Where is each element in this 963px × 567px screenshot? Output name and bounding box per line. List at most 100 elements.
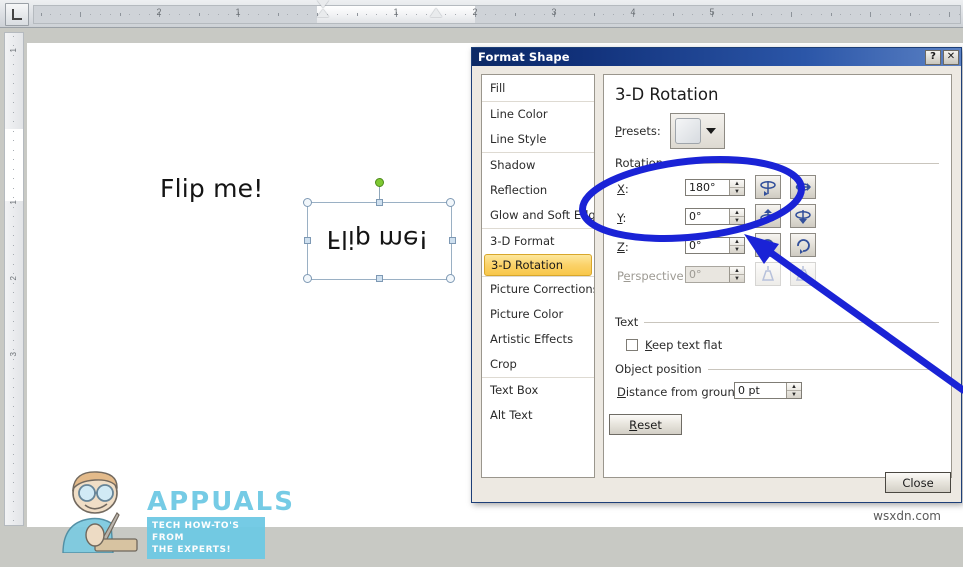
z-spinner-up-icon[interactable]: ▲ — [730, 238, 744, 246]
x-rotation-input[interactable] — [686, 180, 729, 195]
close-icon[interactable]: ✕ — [943, 49, 959, 65]
z-rotation-input[interactable] — [686, 238, 729, 253]
ruler-tick — [781, 14, 783, 15]
resize-handle-top-center[interactable] — [376, 199, 383, 206]
sidebar-item-picture-color[interactable]: Picture Color — [482, 302, 594, 327]
z-spinner-down-icon[interactable]: ▼ — [730, 246, 744, 253]
dialog-category-list[interactable]: Fill Line Color Line Style Shadow Reflec… — [481, 74, 595, 478]
perspective-label: Perspective: — [617, 269, 688, 283]
x-spinner-down-icon[interactable]: ▼ — [730, 188, 744, 195]
chevron-down-icon[interactable] — [706, 128, 716, 134]
group-divider-line — [644, 321, 939, 323]
resize-handle-middle-left[interactable] — [304, 237, 311, 244]
sidebar-item-picture-corrections[interactable]: Picture Corrections — [482, 276, 594, 302]
ruler-tick — [840, 14, 842, 15]
sidebar-item-text-box[interactable]: Text Box — [482, 377, 594, 403]
right-indent-marker[interactable] — [430, 8, 442, 17]
sidebar-item-alt-text[interactable]: Alt Text — [482, 403, 594, 428]
vertical-ruler-tick — [13, 206, 14, 208]
resize-handle-top-left[interactable] — [303, 198, 312, 207]
vertical-ruler-tick — [13, 368, 14, 370]
first-line-indent-marker[interactable] — [317, 0, 329, 8]
horizontal-ruler[interactable]: 2 1 1 2 3 4 5 — [0, 0, 963, 28]
format-shape-dialog[interactable]: Format Shape ? ✕ Fill Line Color Line St… — [471, 47, 962, 503]
resize-handle-top-right[interactable] — [446, 198, 455, 207]
vertical-ruler-tick — [13, 425, 14, 427]
sidebar-item-crop[interactable]: Crop — [482, 352, 594, 377]
sidebar-item-line-color[interactable]: Line Color — [482, 101, 594, 127]
keep-text-flat-checkbox[interactable] — [626, 339, 638, 351]
x-rotation-spinner[interactable]: ▲ ▼ — [685, 179, 745, 196]
perspective-input[interactable] — [686, 267, 729, 282]
sidebar-item-fill[interactable]: Fill — [482, 76, 594, 101]
vertical-ruler-tick — [13, 301, 14, 303]
sidebar-item-line-style[interactable]: Line Style — [482, 127, 594, 152]
rotate-z-ccw-icon-button[interactable] — [755, 233, 781, 257]
perspective-spinner-up-icon[interactable]: ▲ — [730, 267, 744, 275]
close-button[interactable]: Close — [885, 472, 951, 493]
sidebar-item-shadow[interactable]: Shadow — [482, 152, 594, 178]
z-spinner-buttons[interactable]: ▲ ▼ — [729, 238, 744, 253]
vertical-ruler-tick — [13, 339, 14, 341]
z-rotation-spinner[interactable]: ▲ ▼ — [685, 237, 745, 254]
presets-label: Presets: — [615, 124, 661, 138]
x-spinner-buttons[interactable]: ▲ ▼ — [729, 180, 744, 195]
resize-handle-bottom-left[interactable] — [303, 274, 312, 283]
y-rotation-input[interactable] — [686, 209, 729, 224]
perspective-spinner-down-icon[interactable]: ▼ — [730, 275, 744, 282]
selected-textbox-shape[interactable]: Flip me! — [303, 171, 456, 283]
rotate-x-right-icon-button[interactable] — [790, 175, 816, 199]
resize-handle-bottom-right[interactable] — [446, 274, 455, 283]
ruler-number: 5 — [709, 7, 715, 17]
hanging-indent-marker[interactable] — [317, 9, 329, 17]
vertical-ruler-tick — [13, 121, 14, 123]
vertical-ruler-tick — [13, 510, 14, 512]
ruler-tick — [810, 14, 812, 15]
resize-handle-bottom-center[interactable] — [376, 275, 383, 282]
vertical-ruler-tick — [13, 35, 14, 37]
horizontal-ruler-strip[interactable]: 2 1 1 2 3 4 5 — [33, 5, 961, 24]
perspective-narrow-icon-button[interactable] — [755, 262, 781, 286]
help-icon[interactable]: ? — [925, 49, 941, 65]
keep-text-flat-row[interactable]: Keep text flat — [626, 338, 722, 352]
rotate-x-right-icon — [795, 182, 811, 191]
perspective-narrow-icon — [761, 265, 775, 281]
ruler-tick — [287, 14, 289, 15]
sidebar-item-glow-and-soft-edges[interactable]: Glow and Soft Edges — [482, 203, 594, 228]
vertical-ruler-tick — [13, 168, 14, 170]
y-spinner-up-icon[interactable]: ▲ — [730, 209, 744, 217]
y-spinner-down-icon[interactable]: ▼ — [730, 217, 744, 224]
distance-spinner-up-icon[interactable]: ▲ — [787, 383, 801, 391]
distance-spinner-down-icon[interactable]: ▼ — [787, 391, 801, 398]
reset-button[interactable]: Reset — [609, 414, 682, 435]
resize-handle-middle-right[interactable] — [449, 237, 456, 244]
rotate-z-cw-icon-button[interactable] — [790, 233, 816, 257]
ruler-number: 1 — [235, 7, 241, 17]
tab-stop-selector-button[interactable] — [5, 3, 29, 26]
rotation-handle[interactable] — [375, 178, 384, 187]
perspective-widen-icon-button[interactable] — [790, 262, 816, 286]
perspective-spinner[interactable]: ▲ ▼ — [685, 266, 745, 283]
rotate-x-left-icon-button[interactable] — [755, 175, 781, 199]
vertical-ruler-tick — [13, 501, 14, 503]
sidebar-item-3d-format[interactable]: 3-D Format — [482, 228, 594, 254]
vertical-ruler-number: 2 — [9, 276, 18, 281]
sidebar-item-3d-rotation[interactable]: 3-D Rotation — [484, 254, 592, 276]
y-spinner-buttons[interactable]: ▲ ▼ — [729, 209, 744, 224]
presets-dropdown[interactable] — [670, 113, 725, 149]
vertical-ruler[interactable]: 1 1 2 3 — [4, 32, 24, 526]
dialog-titlebar[interactable]: Format Shape ? ✕ — [472, 48, 961, 66]
perspective-spinner-buttons[interactable]: ▲ ▼ — [729, 267, 744, 282]
x-spinner-up-icon[interactable]: ▲ — [730, 180, 744, 188]
rotate-y-down-icon-button[interactable] — [790, 204, 816, 228]
sidebar-item-reflection[interactable]: Reflection — [482, 178, 594, 203]
ruler-tick — [692, 14, 694, 15]
ruler-tick — [247, 14, 249, 15]
rotate-y-up-icon-button[interactable] — [755, 204, 781, 228]
sidebar-item-artistic-effects[interactable]: Artistic Effects — [482, 327, 594, 352]
ruler-tick — [524, 14, 526, 15]
y-rotation-spinner[interactable]: ▲ ▼ — [685, 208, 745, 225]
distance-from-ground-spinner[interactable]: ▲ ▼ — [734, 382, 802, 399]
distance-spinner-buttons[interactable]: ▲ ▼ — [786, 383, 801, 398]
distance-from-ground-input[interactable] — [735, 383, 786, 398]
